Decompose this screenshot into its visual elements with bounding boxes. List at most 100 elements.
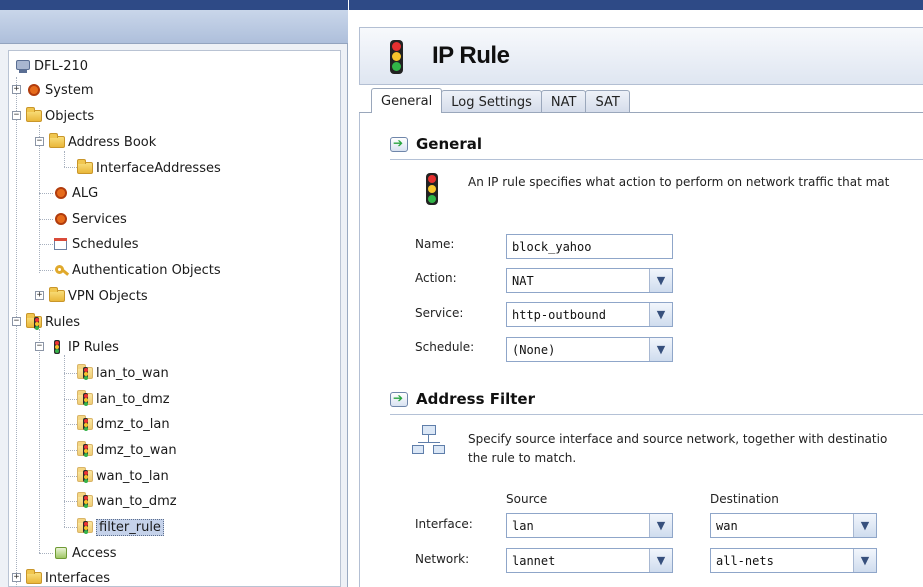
rule-traffic-light-icon	[77, 390, 93, 407]
schedule-value: (None)	[512, 343, 556, 357]
source-interface-select[interactable]: lan ▼	[506, 513, 673, 538]
chevron-down-icon[interactable]: ▼	[649, 338, 672, 361]
tree-connector	[39, 244, 53, 245]
tree-item-label: DFL-210	[34, 58, 89, 74]
tree-item-authentication-objects[interactable]: Authentication Objects	[53, 259, 221, 281]
top-banner-left	[0, 0, 348, 10]
tab-general[interactable]: General	[371, 88, 443, 113]
form-container: General An IP rule specifies what action…	[359, 113, 923, 587]
collapse-button[interactable]: −	[12, 317, 21, 326]
tree-item-system[interactable]: System	[26, 79, 93, 101]
rule-traffic-light-icon	[77, 364, 93, 381]
tab-bar: General Log Settings NAT SAT	[371, 88, 630, 113]
tree-item-vpn-objects[interactable]: VPN Objects	[49, 285, 148, 307]
interfaces-folder-icon	[26, 569, 42, 586]
tree-item-objects[interactable]: Objects	[26, 105, 94, 127]
tab-sat[interactable]: SAT	[585, 90, 630, 113]
tree-item-label: filter_rule	[96, 518, 164, 536]
name-field[interactable]: block_yahoo	[506, 234, 673, 259]
service-select[interactable]: http-outbound ▼	[506, 302, 673, 327]
collapse-button[interactable]: −	[35, 137, 44, 146]
collapse-button[interactable]: −	[12, 111, 21, 120]
section-arrow-icon	[390, 136, 408, 152]
tree-connector	[64, 450, 77, 451]
tree-item-rule[interactable]: wan_to_dmz	[77, 490, 177, 512]
expand-button[interactable]: +	[12, 85, 21, 94]
collapse-button[interactable]: −	[35, 342, 44, 351]
network-label: Network:	[415, 552, 470, 566]
chevron-down-icon[interactable]: ▼	[649, 514, 672, 537]
tree-item-rule[interactable]: lan_to_wan	[77, 362, 169, 384]
tree-item-label: Schedules	[72, 236, 139, 252]
network-icon	[412, 425, 446, 459]
chevron-down-icon[interactable]: ▼	[649, 303, 672, 326]
schedule-select[interactable]: (None) ▼	[506, 337, 673, 362]
address-filter-description: Specify source interface and source netw…	[468, 432, 888, 446]
navigation-panel: DFL-210 + System − Objects − Address Boo…	[0, 0, 348, 587]
tree-item-rule[interactable]: dmz_to_wan	[77, 439, 177, 461]
system-gear-icon	[26, 82, 42, 98]
action-label: Action:	[415, 271, 457, 285]
tree-item-label: Access	[72, 545, 117, 561]
address-filter-heading-text: Address Filter	[416, 390, 536, 408]
rule-traffic-light-icon	[77, 492, 93, 509]
top-banner-right	[349, 0, 923, 10]
navigation-header	[0, 10, 348, 44]
address-filter-section-heading: Address Filter	[390, 386, 535, 412]
tree-connector	[39, 329, 40, 553]
chevron-down-icon[interactable]: ▼	[853, 549, 876, 572]
tree-item-interface-addresses[interactable]: InterfaceAddresses	[77, 157, 221, 179]
tree-connector	[39, 553, 53, 554]
alg-gear-icon	[53, 185, 69, 201]
tree-item-label: VPN Objects	[68, 288, 148, 304]
tree-item-label: lan_to_dmz	[96, 391, 170, 407]
tree-item-ip-rules[interactable]: IP Rules	[49, 336, 119, 358]
tree-item-label: ALG	[72, 185, 99, 201]
tree-item-rule[interactable]: wan_to_lan	[77, 465, 169, 487]
tree-item-label: Address Book	[68, 134, 157, 150]
source-network-select[interactable]: lannet ▼	[506, 548, 673, 573]
destination-network-value: all-nets	[716, 554, 774, 568]
tree-item-access[interactable]: Access	[53, 542, 117, 564]
rules-folder-icon	[26, 313, 42, 330]
chevron-down-icon[interactable]: ▼	[649, 549, 672, 572]
tree-item-address-book[interactable]: Address Book	[49, 131, 156, 153]
general-heading-text: General	[416, 135, 482, 153]
tree-item-label: InterfaceAddresses	[96, 160, 221, 176]
tree-item-rule[interactable]: lan_to_dmz	[77, 388, 170, 410]
tree-connector	[64, 373, 77, 374]
tab-nat[interactable]: NAT	[540, 90, 587, 113]
access-shield-icon	[53, 545, 69, 561]
destination-interface-select[interactable]: wan ▼	[710, 513, 877, 538]
destination-network-select[interactable]: all-nets ▼	[710, 548, 877, 573]
action-select[interactable]: NAT ▼	[506, 268, 673, 293]
tree-connector	[16, 77, 17, 587]
tree-item-label: Interfaces	[45, 570, 110, 586]
tree-item-services[interactable]: Services	[53, 208, 127, 230]
expand-button[interactable]: +	[35, 291, 44, 300]
page-header: IP Rule	[359, 27, 923, 85]
tree-connector	[39, 193, 53, 194]
address-folder-icon	[77, 159, 93, 176]
firewall-device-icon	[15, 58, 31, 74]
tree-item-interfaces[interactable]: Interfaces	[26, 567, 110, 587]
address-book-folder-icon	[49, 133, 65, 150]
chevron-down-icon[interactable]: ▼	[853, 514, 876, 537]
rule-traffic-light-icon	[77, 441, 93, 458]
tree-item-filter-rule[interactable]: filter_rule	[77, 516, 164, 538]
tree-item-rule[interactable]: dmz_to_lan	[77, 413, 170, 435]
tree-connector	[39, 270, 53, 271]
tree-connector	[39, 219, 53, 220]
chevron-down-icon[interactable]: ▼	[649, 269, 672, 292]
expand-button[interactable]: +	[12, 573, 21, 582]
tree-item-rules[interactable]: Rules	[26, 311, 80, 333]
tab-log-settings[interactable]: Log Settings	[441, 90, 542, 113]
tree-item-alg[interactable]: ALG	[53, 182, 98, 204]
authentication-key-icon	[53, 262, 70, 278]
traffic-light-icon	[388, 40, 404, 74]
source-column-header: Source	[506, 492, 548, 506]
services-gear-icon	[53, 211, 69, 227]
tree-item-schedules[interactable]: Schedules	[53, 233, 139, 255]
tree-item-dfl-210[interactable]: DFL-210	[15, 55, 88, 77]
tree-item-label: dmz_to_lan	[96, 416, 170, 432]
